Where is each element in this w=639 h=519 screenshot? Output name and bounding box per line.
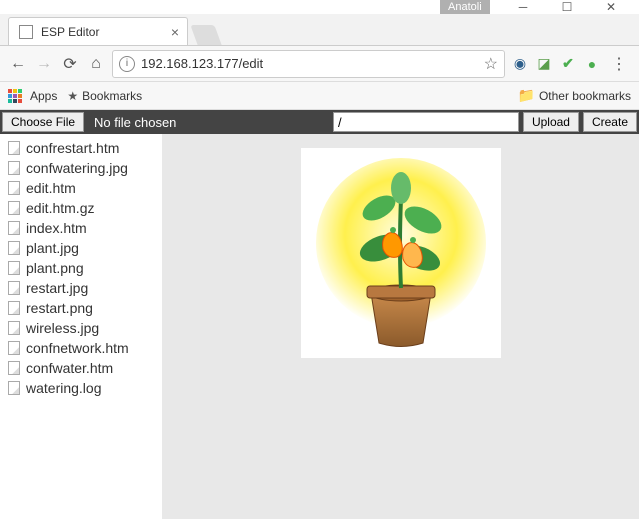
close-tab-icon[interactable]: × xyxy=(171,24,179,40)
file-name: watering.log xyxy=(26,380,102,396)
file-name: restart.jpg xyxy=(26,280,88,296)
apps-label: Apps xyxy=(30,89,57,103)
minimize-button[interactable]: ─ xyxy=(501,0,545,14)
apps-grid-icon xyxy=(8,89,22,103)
forward-button[interactable]: → xyxy=(34,54,54,74)
reload-button[interactable]: ⟳ xyxy=(60,54,80,74)
file-icon xyxy=(8,361,20,375)
file-icon xyxy=(8,281,20,295)
extension-icon-3[interactable]: ✔ xyxy=(559,55,577,73)
file-item[interactable]: index.htm xyxy=(0,218,162,238)
bookmarks-bar: Apps ★ Bookmarks 📁 Other bookmarks xyxy=(0,82,639,110)
file-item[interactable]: plant.png xyxy=(0,258,162,278)
file-icon xyxy=(8,161,20,175)
file-icon xyxy=(8,221,20,235)
file-name: confrestart.htm xyxy=(26,140,119,156)
file-icon xyxy=(8,341,20,355)
file-item[interactable]: restart.png xyxy=(0,298,162,318)
file-item[interactable]: watering.log xyxy=(0,378,162,398)
upload-button[interactable]: Upload xyxy=(523,112,579,132)
file-item[interactable]: confnetwork.htm xyxy=(0,338,162,358)
maximize-button[interactable]: ☐ xyxy=(545,0,589,14)
bookmarks-shortcut[interactable]: ★ Bookmarks xyxy=(67,89,142,103)
file-icon xyxy=(8,181,20,195)
address-bar[interactable]: i 192.168.123.177/edit ☆ xyxy=(112,50,505,78)
back-button[interactable]: ← xyxy=(8,54,28,74)
file-icon xyxy=(8,261,20,275)
file-icon xyxy=(8,241,20,255)
star-icon: ★ xyxy=(67,89,78,103)
file-item[interactable]: wireless.jpg xyxy=(0,318,162,338)
site-info-icon[interactable]: i xyxy=(119,56,135,72)
close-window-button[interactable]: ✕ xyxy=(589,0,633,14)
file-icon xyxy=(8,301,20,315)
choose-file-button[interactable]: Choose File xyxy=(2,112,84,132)
file-chosen-label: No file chosen xyxy=(86,115,184,130)
bookmark-star-icon[interactable]: ☆ xyxy=(484,54,498,74)
file-tree: confrestart.htm confwatering.jpg edit.htm e… xyxy=(0,110,162,519)
file-name: restart.png xyxy=(26,300,93,316)
new-tab-button[interactable] xyxy=(190,25,221,45)
file-name: index.htm xyxy=(26,220,87,236)
tab-strip: ESP Editor × xyxy=(0,14,639,46)
preview-pane xyxy=(162,110,639,519)
browser-toolbar: ← → ⟳ ⌂ i 192.168.123.177/edit ☆ ◉ ◪ ✔ ●… xyxy=(0,46,639,82)
tab-title: ESP Editor xyxy=(41,25,99,39)
file-name: plant.png xyxy=(26,260,84,276)
bookmarks-label: Bookmarks xyxy=(82,89,142,103)
profile-badge[interactable]: Anatoli xyxy=(440,0,490,14)
file-name: edit.htm.gz xyxy=(26,200,94,216)
path-input[interactable] xyxy=(333,112,519,132)
file-icon xyxy=(8,381,20,395)
folder-icon: 📁 xyxy=(518,87,535,104)
extension-icon-1[interactable]: ◉ xyxy=(511,55,529,73)
window-titlebar: Anatoli ─ ☐ ✕ xyxy=(0,0,639,14)
extension-icon-2[interactable]: ◪ xyxy=(535,55,553,73)
file-item[interactable]: confwatering.jpg xyxy=(0,158,162,178)
file-icon xyxy=(8,321,20,335)
file-name: confwatering.jpg xyxy=(26,160,128,176)
file-name: confwater.htm xyxy=(26,360,113,376)
other-bookmarks[interactable]: 📁 Other bookmarks xyxy=(518,87,631,104)
create-button[interactable]: Create xyxy=(583,112,637,132)
file-item[interactable]: confwater.htm xyxy=(0,358,162,378)
apps-shortcut[interactable]: Apps xyxy=(8,89,57,103)
file-item[interactable]: edit.htm.gz xyxy=(0,198,162,218)
file-name: edit.htm xyxy=(26,180,76,196)
other-bookmarks-label: Other bookmarks xyxy=(539,89,631,103)
file-icon xyxy=(8,141,20,155)
file-item[interactable]: edit.htm xyxy=(0,178,162,198)
page-content: confrestart.htm confwatering.jpg edit.htm e… xyxy=(0,110,639,519)
home-button[interactable]: ⌂ xyxy=(86,54,106,74)
browser-menu-button[interactable]: ⋮ xyxy=(607,54,631,74)
browser-tab[interactable]: ESP Editor × xyxy=(8,17,188,45)
file-name: confnetwork.htm xyxy=(26,340,129,356)
plant-image xyxy=(301,148,501,358)
file-item[interactable]: confrestart.htm xyxy=(0,138,162,158)
file-icon xyxy=(8,201,20,215)
file-name: wireless.jpg xyxy=(26,320,99,336)
editor-toolbar: Choose File No file chosen Upload Create xyxy=(0,110,639,134)
file-name: plant.jpg xyxy=(26,240,79,256)
extension-icon-4[interactable]: ● xyxy=(583,55,601,73)
url-text: 192.168.123.177/edit xyxy=(141,56,263,71)
file-item[interactable]: restart.jpg xyxy=(0,278,162,298)
file-item[interactable]: plant.jpg xyxy=(0,238,162,258)
tab-favicon-icon xyxy=(19,25,33,39)
